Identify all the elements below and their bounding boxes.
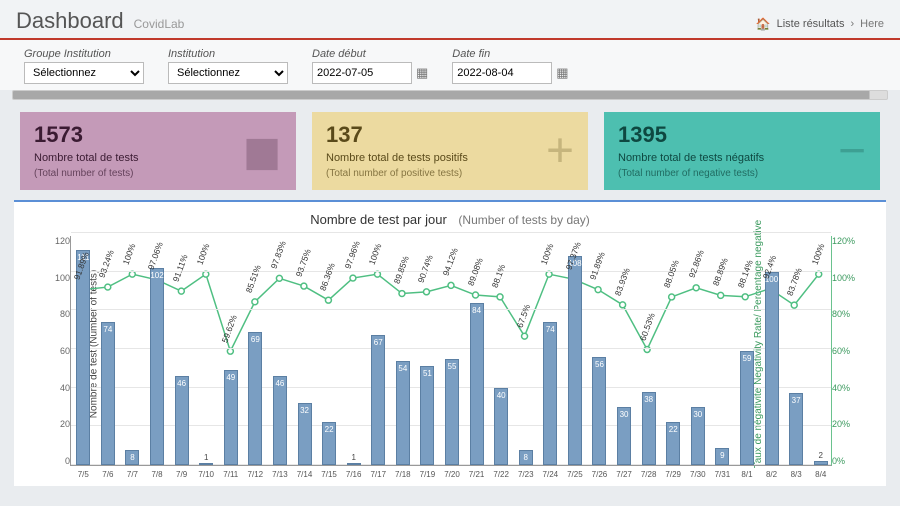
chart-plot-area: 1117/591.89%747/693.24%87/7100%1027/897.… <box>70 236 832 466</box>
breadcrumb-current: Here <box>860 18 884 30</box>
dashboard-icon: 🏠 <box>756 17 771 31</box>
chart-title: Nombre de test par jour (Number of tests… <box>20 212 880 227</box>
filter-group-select[interactable]: Sélectionnez <box>24 62 144 84</box>
page-header: Dashboard CovidLab 🏠 Liste résultats › H… <box>0 0 900 40</box>
card-positive-value: 137 <box>326 122 574 148</box>
calendar-icon[interactable]: ▦ <box>416 65 428 81</box>
y-axis-left-ticks: 120100806040200 <box>42 236 70 466</box>
breadcrumb: 🏠 Liste résultats › Here <box>756 17 884 31</box>
filter-group-label: Groupe Institution <box>24 48 144 60</box>
filter-bar: Groupe Institution Sélectionnez Institut… <box>0 40 900 90</box>
cube-icon: ◼ <box>242 123 282 179</box>
filter-date-end-input[interactable] <box>452 62 552 84</box>
card-negative-tests[interactable]: 1395 Nombre total de tests négatifs (Tot… <box>604 112 880 190</box>
card-positive-tests[interactable]: 137 Nombre total de tests positifs (Tota… <box>312 112 588 190</box>
filter-institution-label: Institution <box>168 48 288 60</box>
horizontal-scrollbar[interactable] <box>12 90 888 100</box>
summary-cards: 1573 Nombre total de tests (Total number… <box>0 108 900 200</box>
page-subtitle: CovidLab <box>134 17 185 31</box>
minus-icon: − <box>838 124 866 179</box>
card-total-tests[interactable]: 1573 Nombre total de tests (Total number… <box>20 112 296 190</box>
plus-icon: + <box>546 124 574 179</box>
filter-date-start-input[interactable] <box>312 62 412 84</box>
filter-institution-select[interactable]: Sélectionnez <box>168 62 288 84</box>
breadcrumb-link-list[interactable]: Liste résultats <box>777 18 845 30</box>
card-negative-value: 1395 <box>618 122 866 148</box>
page-title: Dashboard <box>16 8 124 34</box>
y-axis-right-ticks: 120%100%80%60%40%20%0% <box>832 236 860 466</box>
calendar-icon[interactable]: ▦ <box>556 65 568 81</box>
chart-panel: Nombre de test par jour (Number of tests… <box>14 200 886 486</box>
filter-date-start-label: Date début <box>312 48 428 60</box>
filter-date-end-label: Date fin <box>452 48 568 60</box>
